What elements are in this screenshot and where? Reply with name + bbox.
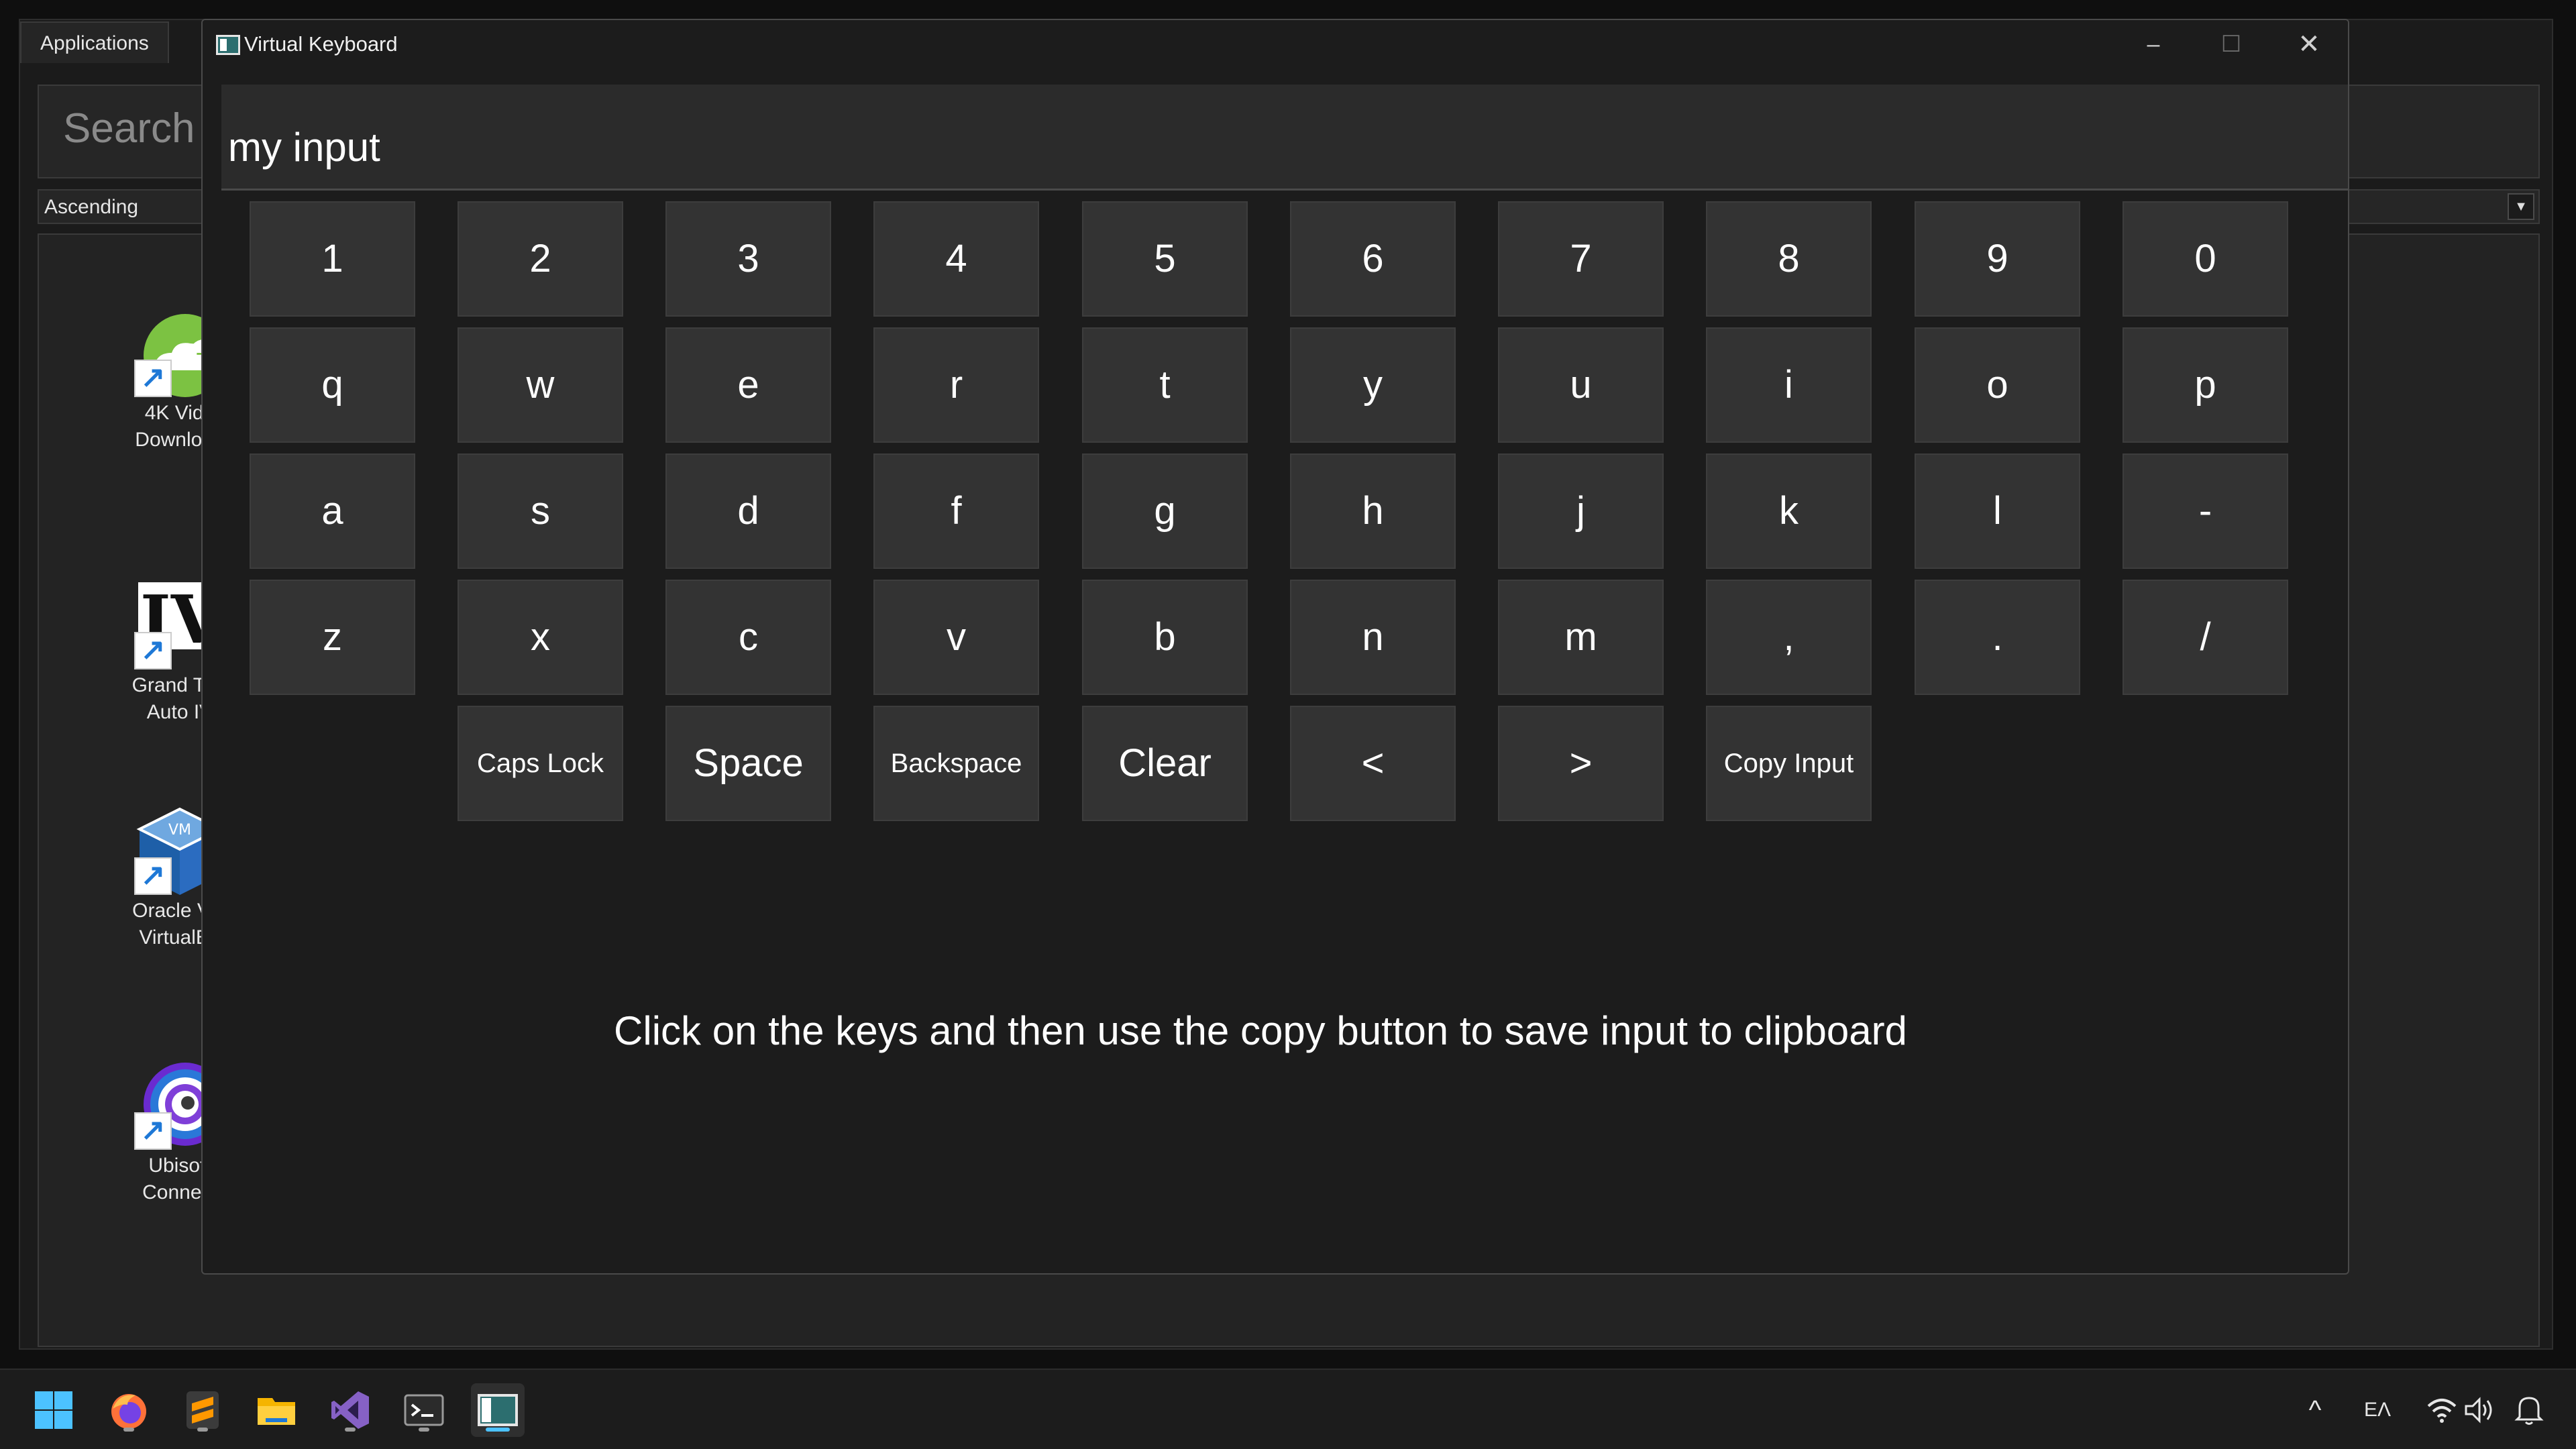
running-indicator [123,1428,134,1432]
key[interactable]: y [1290,327,1456,443]
volume-icon[interactable] [2463,1395,2498,1425]
key[interactable]: z [250,580,415,695]
key[interactable]: q [250,327,415,443]
key[interactable]: e [665,327,831,443]
tab-applications[interactable]: Applications [20,21,169,63]
virtual-keyboard-window: Virtual Keyboard – ☐ ✕ my input 12345678… [201,19,2349,1275]
cursor-right-key[interactable]: > [1498,706,1664,821]
key[interactable]: d [665,453,831,569]
running-indicator [197,1428,208,1432]
key[interactable]: u [1498,327,1664,443]
key[interactable]: v [873,580,1039,695]
key[interactable]: , [1706,580,1872,695]
key[interactable]: s [458,453,623,569]
taskbar-sublime[interactable] [176,1383,229,1437]
key[interactable]: p [2123,327,2288,443]
key[interactable]: 4 [873,201,1039,317]
taskbar: ^ ΕΛ [0,1368,2576,1449]
caps-lock-key[interactable]: Caps Lock [458,706,623,821]
input-language-indicator[interactable]: ΕΛ [2359,1390,2396,1430]
shortcut-arrow-icon: ↗ [134,632,172,669]
sublime-text-icon [186,1391,219,1429]
key[interactable]: h [1290,453,1456,569]
key[interactable]: o [1915,327,2080,443]
text-input-field[interactable]: my input [221,85,2348,191]
maximize-icon: ☐ [2220,32,2242,57]
key[interactable]: 9 [1915,201,2080,317]
key[interactable]: k [1706,453,1872,569]
key[interactable]: t [1082,327,1248,443]
sort-selected-value: Ascending [44,196,139,218]
key[interactable]: i [1706,327,1872,443]
visual-studio-icon [331,1391,369,1429]
virtual-keyboard-icon [478,1394,518,1426]
key[interactable]: g [1082,453,1248,569]
shortcut-arrow-icon: ↗ [134,1112,172,1150]
running-indicator [419,1428,429,1432]
key[interactable]: . [1915,580,2080,695]
svg-text:VM: VM [168,822,191,839]
copy-input-button[interactable]: Copy Input [1706,706,1872,821]
close-icon[interactable]: ✕ [2270,20,2348,68]
key[interactable]: a [250,453,415,569]
key[interactable]: c [665,580,831,695]
show-hidden-icons-chevron[interactable]: ^ [2298,1390,2332,1430]
key[interactable]: 1 [250,201,415,317]
clear-key[interactable]: Clear [1082,706,1248,821]
key[interactable]: 0 [2123,201,2288,317]
taskbar-firefox[interactable] [102,1383,156,1437]
terminal-icon [404,1394,444,1426]
start-button[interactable] [27,1383,80,1437]
key[interactable]: 5 [1082,201,1248,317]
window-title: Virtual Keyboard [244,32,398,56]
backspace-key[interactable]: Backspace [873,706,1039,821]
key[interactable]: - [2123,453,2288,569]
key[interactable]: 6 [1290,201,1456,317]
key[interactable]: w [458,327,623,443]
key[interactable]: 3 [665,201,831,317]
chevron-down-icon[interactable]: ▼ [2508,193,2534,220]
input-value: my input [228,125,380,170]
key[interactable]: m [1498,580,1664,695]
title-bar[interactable]: Virtual Keyboard – ☐ ✕ [203,20,2348,68]
key[interactable]: f [873,453,1039,569]
key[interactable]: n [1290,580,1456,695]
space-key[interactable]: Space [665,706,831,821]
active-indicator [486,1428,510,1432]
key[interactable]: j [1498,453,1664,569]
key[interactable]: x [458,580,623,695]
key[interactable]: / [2123,580,2288,695]
running-indicator [345,1428,356,1432]
file-explorer-icon [258,1398,295,1425]
taskbar-virtual-keyboard[interactable] [471,1383,525,1437]
wifi-icon[interactable] [2426,1395,2458,1425]
instruction-text: Click on the keys and then use the copy … [614,1008,1907,1053]
shortcut-arrow-icon: ↗ [134,360,172,397]
key[interactable]: 2 [458,201,623,317]
minimize-icon[interactable]: – [2114,20,2192,68]
taskbar-visual-studio[interactable] [323,1383,377,1437]
notification-bell-icon[interactable] [2514,1394,2544,1426]
key[interactable]: l [1915,453,2080,569]
cursor-left-key[interactable]: < [1290,706,1456,821]
virtual-keyboard-app-icon [216,35,240,55]
key[interactable]: 7 [1498,201,1664,317]
key[interactable]: r [873,327,1039,443]
taskbar-terminal[interactable] [397,1383,451,1437]
key[interactable]: 8 [1706,201,1872,317]
shortcut-arrow-icon: ↗ [134,857,172,895]
taskbar-file-explorer[interactable] [250,1383,303,1437]
key[interactable]: b [1082,580,1248,695]
firefox-icon [111,1394,146,1429]
start-icon [35,1391,72,1429]
